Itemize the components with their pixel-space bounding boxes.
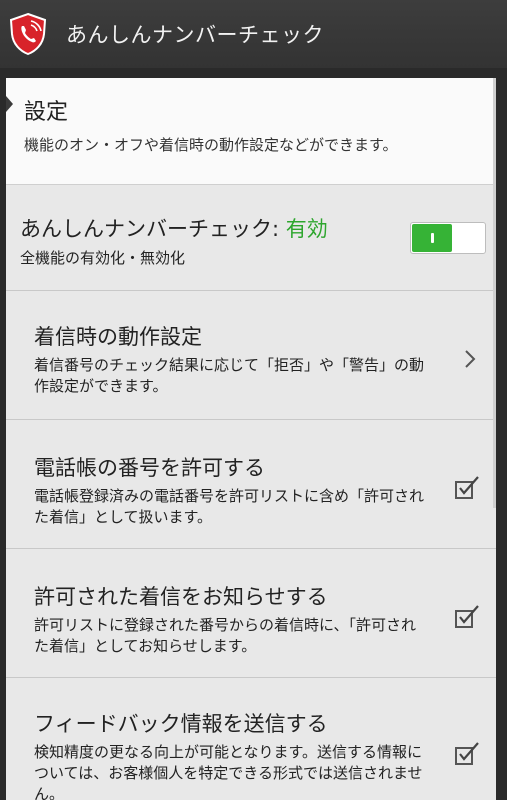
item-description: 電話帳登録済みの電話番号を許可リストに含め「許可された着信」として扱います。: [34, 487, 425, 526]
item-title: フィードバック情報を送信する: [34, 712, 328, 736]
list-item-send-feedback[interactable]: フィードバック情報を送信する 検知精度の更なる向上が可能となります。送信する情報…: [6, 678, 496, 800]
page-title: 設定: [24, 100, 69, 125]
header-indicator: [6, 96, 13, 112]
master-title: あんしんナンバーチェック: 有効: [20, 213, 328, 243]
item-description: 許可リストに登録された番号からの着信時に、「許可された着信」としてお知らせします…: [34, 616, 417, 655]
item-title: 着信時の動作設定: [34, 325, 202, 349]
app-title: あんしんナンバーチェック: [66, 23, 324, 47]
app-bar: あんしんナンバーチェック: [0, 0, 507, 68]
settings-header: 設定 機能のオン・オフや着信時の動作設定などができます。: [6, 78, 496, 185]
item-description: 着信番号のチェック結果に応じて「拒否」や「警告」の動作設定ができます。: [34, 356, 425, 395]
shield-phone-icon[interactable]: [6, 11, 50, 57]
page-subtitle: 機能のオン・オフや着信時の動作設定などができます。: [24, 136, 398, 154]
master-label: あんしんナンバーチェック:: [20, 217, 280, 241]
checkbox-checked-icon[interactable]: [454, 603, 482, 629]
toggle-knob: [412, 224, 452, 252]
settings-panel: 設定 機能のオン・オフや着信時の動作設定などができます。 あんしんナンバーチェッ…: [6, 78, 496, 800]
scrollbar[interactable]: [493, 78, 496, 508]
list-item-call-action[interactable]: 着信時の動作設定 着信番号のチェック結果に応じて「拒否」や「警告」の動作設定がで…: [6, 291, 496, 420]
master-status: 有効: [285, 217, 328, 241]
item-title: 許可された着信をお知らせする: [34, 585, 328, 609]
item-title: 電話帳の番号を許可する: [34, 456, 265, 480]
chevron-right-icon[interactable]: [464, 349, 476, 369]
master-description: 全機能の有効化・無効化: [20, 249, 186, 267]
list-item-allow-contacts[interactable]: 電話帳の番号を許可する 電話帳登録済みの電話番号を許可リストに含め「許可された着…: [6, 420, 496, 549]
list-item-notify-allowed[interactable]: 許可された着信をお知らせする 許可リストに登録された番号からの着信時に、「許可さ…: [6, 549, 496, 678]
master-toggle-switch[interactable]: [410, 222, 486, 254]
checkbox-checked-icon[interactable]: [454, 740, 482, 766]
checkbox-checked-icon[interactable]: [454, 474, 482, 500]
item-description: 検知精度の更なる向上が可能となります。送信する情報については、お客様個人を特定で…: [34, 743, 423, 800]
